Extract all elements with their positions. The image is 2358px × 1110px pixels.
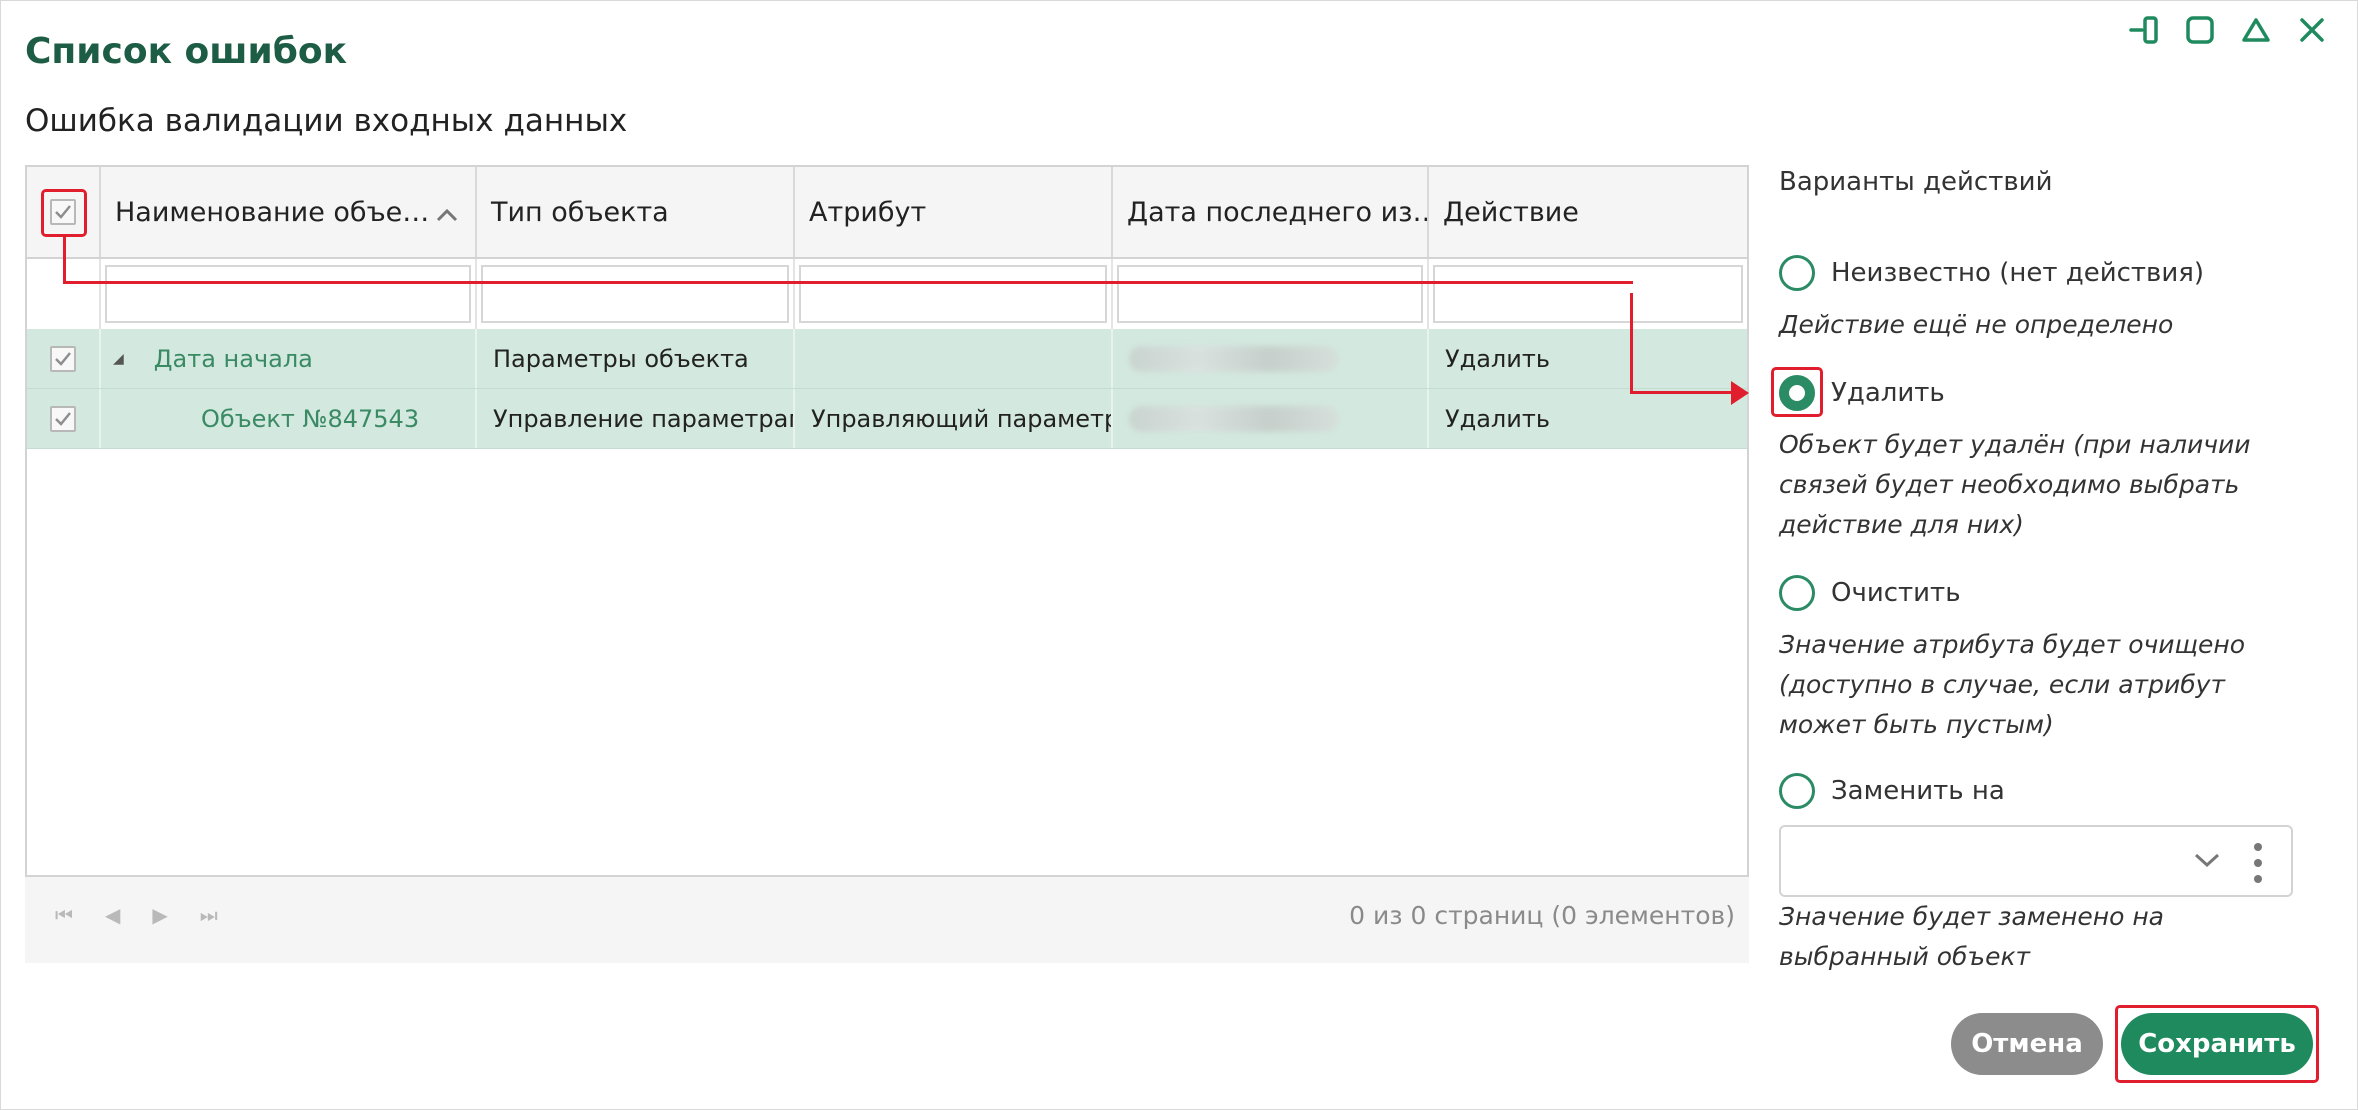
option-replace-description: Значение будет заменено на выбранный объ… (1779, 902, 2164, 971)
row-date-cell (1113, 389, 1429, 448)
row-select-cell (27, 329, 101, 388)
collapse-icon[interactable] (2239, 13, 2273, 47)
redacted-date (1129, 345, 1339, 372)
row-action-cell: Удалить (1445, 344, 1550, 373)
filter-row (27, 259, 1747, 329)
table-row[interactable]: Объект №847543 Управление параметрами Уп… (27, 389, 1747, 449)
row-name[interactable]: Объект №847543 (201, 405, 419, 433)
sort-ascending-icon[interactable] (435, 199, 459, 230)
option-clear-label: Очистить (1831, 578, 1961, 608)
dialog-title: Список ошибок (25, 31, 348, 72)
row-name[interactable]: Дата начала (154, 345, 313, 373)
annotation-arrow-icon (1731, 381, 1749, 405)
option-unknown-label: Неизвестно (нет действия) (1831, 258, 2205, 288)
next-page-icon[interactable]: ▶ (152, 903, 167, 927)
option-unknown-description: Действие ещё не определено (1779, 310, 2174, 339)
pager-nav: ⏮ ◀ ▶ ⏭ (55, 903, 218, 927)
radio-unknown[interactable] (1779, 255, 1815, 291)
select-all-checkbox[interactable] (50, 199, 76, 225)
row-select-cell (27, 389, 101, 448)
radio-replace[interactable] (1779, 773, 1815, 809)
row-attribute-cell (795, 329, 1113, 388)
row-type-cell: Параметры объекта (477, 329, 795, 388)
dialog-subtitle: Ошибка валидации входных данных (25, 103, 628, 139)
column-header-attribute-label: Атрибут (809, 196, 927, 228)
actions-panel-title: Варианты действий (1779, 167, 2053, 197)
column-header-action[interactable]: Действие (1429, 167, 1747, 257)
last-page-icon[interactable]: ⏭ (200, 903, 218, 927)
row-attribute-cell: Управляющий параметр (795, 389, 1113, 448)
column-header-attribute[interactable]: Атрибут (795, 167, 1113, 257)
grid-header: Наименование объе… Тип объекта Атрибут Д… (27, 167, 1747, 259)
check-icon (55, 411, 71, 426)
filter-action-input[interactable] (1433, 265, 1743, 323)
chevron-down-icon[interactable] (2193, 851, 2221, 873)
redacted-date (1129, 405, 1339, 432)
check-icon (55, 351, 71, 366)
radio-clear[interactable] (1779, 575, 1815, 611)
row-checkbox[interactable] (50, 345, 76, 372)
filter-cell-empty (27, 259, 101, 329)
option-delete-description: Объект будет удалён (при наличии связей … (1779, 430, 2251, 539)
error-grid: Наименование объе… Тип объекта Атрибут Д… (25, 165, 1749, 877)
radio-delete[interactable] (1779, 375, 1815, 411)
filter-name-input[interactable] (105, 265, 471, 323)
column-header-name[interactable]: Наименование объе… (101, 167, 477, 257)
window-controls (2127, 13, 2329, 47)
option-delete[interactable]: Удалить (1779, 375, 1945, 411)
table-row[interactable]: ◢ Дата начала Параметры объекта Удалить (27, 329, 1747, 389)
row-checkbox[interactable] (50, 405, 76, 432)
first-page-icon[interactable]: ⏮ (55, 903, 73, 927)
column-header-last-modified-label: Дата последнего из… (1127, 196, 1429, 228)
row-name-cell: ◢ Дата начала (101, 329, 477, 388)
option-unknown[interactable]: Неизвестно (нет действия) (1779, 255, 2204, 291)
option-delete-label: Удалить (1831, 378, 1945, 408)
header-select-all-cell (27, 167, 101, 257)
column-header-type-label: Тип объекта (491, 196, 669, 228)
grid-rows: ◢ Дата начала Параметры объекта Удалить … (27, 329, 1747, 449)
row-date-cell (1113, 329, 1429, 388)
maximize-icon[interactable] (2183, 13, 2217, 47)
pager-info: 0 из 0 страниц (0 элементов) (1349, 901, 1735, 930)
row-name-cell: Объект №847543 (101, 389, 477, 448)
column-header-action-label: Действие (1443, 196, 1579, 228)
option-clear-description: Значение атрибута будет очищено (доступн… (1779, 630, 2246, 739)
close-icon[interactable] (2295, 13, 2329, 47)
dock-icon[interactable] (2127, 13, 2161, 47)
more-vertical-icon[interactable] (2253, 841, 2263, 889)
error-list-dialog: Список ошибок Ошибка валидации входных д… (0, 0, 2358, 1110)
option-clear[interactable]: Очистить (1779, 575, 1961, 611)
grid-pager: ⏮ ◀ ▶ ⏭ 0 из 0 страниц (0 элементов) (25, 877, 1749, 963)
filter-type-input[interactable] (481, 265, 789, 323)
option-replace-label: Заменить на (1831, 776, 2005, 806)
row-action-cell: Удалить (1445, 404, 1550, 433)
column-header-type[interactable]: Тип объекта (477, 167, 795, 257)
prev-page-icon[interactable]: ◀ (105, 903, 120, 927)
column-header-name-label: Наименование объе… (115, 196, 430, 228)
actions-panel: Варианты действий Неизвестно (нет действ… (1779, 167, 2339, 971)
replace-object-select[interactable] (1779, 825, 2293, 897)
check-icon (55, 205, 71, 219)
save-button[interactable]: Сохранить (2121, 1013, 2313, 1075)
expand-triangle-icon[interactable]: ◢ (113, 351, 124, 367)
option-replace[interactable]: Заменить на (1779, 773, 2005, 809)
filter-attribute-input[interactable] (799, 265, 1107, 323)
column-header-last-modified[interactable]: Дата последнего из… (1113, 167, 1429, 257)
cancel-button[interactable]: Отмена (1951, 1013, 2103, 1075)
filter-last-modified-input[interactable] (1117, 265, 1423, 323)
row-type-cell: Управление параметрами (477, 389, 795, 448)
